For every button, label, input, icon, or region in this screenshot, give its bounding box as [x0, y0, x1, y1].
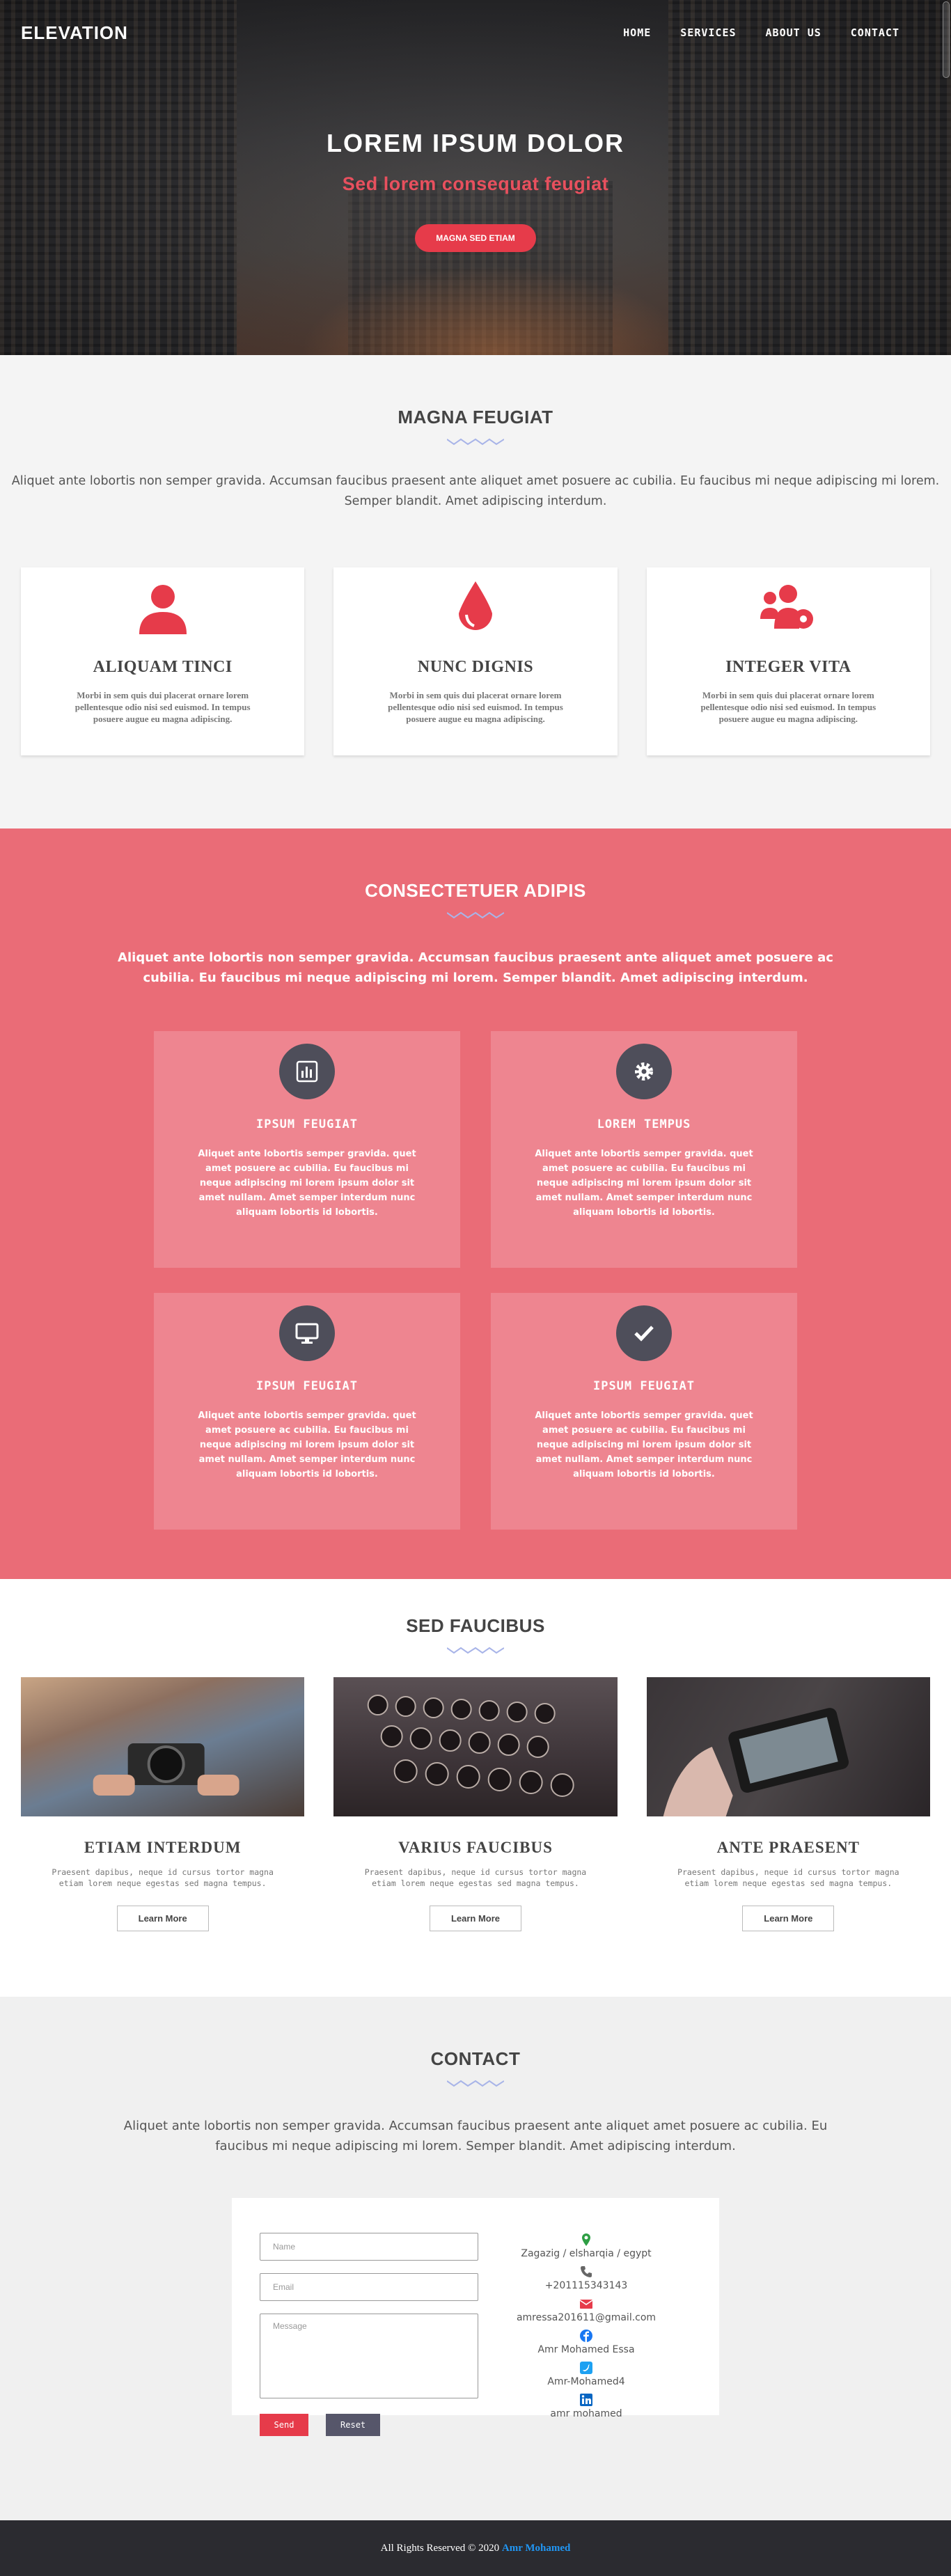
- location-icon: [582, 2233, 590, 2246]
- zigzag-divider: [447, 1647, 504, 1654]
- hero-section: ELEVATION HOME SERVICES ABOUT US CONTACT…: [0, 0, 951, 355]
- monitor-icon: [295, 1323, 319, 1344]
- features-section: CONSECTETUER ADIPIS Aliquet ante loborti…: [0, 828, 951, 1579]
- gallery-card-title: VARIUS FAUCIBUS: [398, 1839, 553, 1856]
- send-button[interactable]: Send: [260, 2414, 308, 2436]
- hero-title: LOREM IPSUM DOLOR: [327, 129, 624, 157]
- learn-more-button[interactable]: Learn More: [429, 1906, 522, 1931]
- feature-box-text: Aliquet ante lobortis semper gravida. qu…: [198, 1149, 416, 1218]
- nav-services[interactable]: SERVICES: [680, 26, 736, 39]
- feature-card: INTEGER VITA Morbi in sem quis dui place…: [646, 567, 930, 755]
- features-text: Aliquet ante lobortis non semper gravida…: [118, 950, 833, 985]
- learn-more-button[interactable]: Learn More: [116, 1906, 209, 1931]
- card-title: INTEGER VITA: [725, 658, 851, 676]
- gallery-card-title: ETIAM INTERDUM: [84, 1839, 242, 1856]
- features-title: CONSECTETUER ADIPIS: [365, 880, 586, 901]
- feature-box-title: IPSUM FEUGIAT: [256, 1379, 359, 1393]
- twitter-icon: [580, 2362, 592, 2374]
- message-textarea[interactable]: Message: [260, 2314, 478, 2398]
- feature-box: IPSUM FEUGIAT Aliquet ante lobortis semp…: [491, 1293, 797, 1530]
- info-twitter: Amr-Mohamed4: [478, 2361, 694, 2389]
- user-icon: [139, 585, 187, 634]
- gallery-card-text: Praesent dapibus, neque id cursus tortor…: [677, 1867, 899, 1888]
- intro-text: Aliquet ante lobortis non semper gravida…: [11, 474, 940, 508]
- gear-icon: [635, 1062, 653, 1081]
- intro-section: MAGNA FEUGIAT Aliquet ante lobortis non …: [0, 355, 951, 828]
- gallery-card-text: Praesent dapibus, neque id cursus tortor…: [52, 1867, 274, 1888]
- contact-title: CONTACT: [430, 2048, 521, 2069]
- intro-title: MAGNA FEUGIAT: [398, 407, 553, 427]
- linkedin-icon: [580, 2394, 592, 2406]
- feature-box-title: IPSUM FEUGIAT: [592, 1379, 695, 1393]
- card-title: NUNC DIGNIS: [417, 658, 534, 676]
- card-text: Morbi in sem quis dui placerat ornare lo…: [74, 690, 251, 724]
- info-location: Zagazig / elsharqia / egypt: [478, 2233, 694, 2261]
- footer-author-link[interactable]: Amr Mohamed: [502, 2543, 570, 2554]
- feature-box-title: LOREM TEMPUS: [597, 1117, 691, 1131]
- feature-box: IPSUM FEUGIAT Aliquet ante lobortis semp…: [154, 1293, 460, 1530]
- nav-menu: HOME SERVICES ABOUT US CONTACT: [623, 26, 899, 39]
- info-phone: +201115343143: [478, 2265, 694, 2293]
- nav-contact[interactable]: CONTACT: [851, 26, 899, 39]
- reset-button[interactable]: Reset: [326, 2414, 381, 2436]
- footer: All Rights Reserved © 2020 Amr Mohamed: [0, 2520, 951, 2576]
- phone-photo: [646, 1677, 930, 1816]
- contact-box: Name Email Message Send Reset Zagazig / …: [232, 2198, 719, 2436]
- gallery-card-text: Praesent dapibus, neque id cursus tortor…: [364, 1867, 587, 1888]
- nav-home[interactable]: HOME: [623, 26, 651, 39]
- feature-box: LOREM TEMPUS Aliquet ante lobortis sempe…: [491, 1031, 797, 1268]
- feature-box: IPSUM FEUGIAT Aliquet ante lobortis semp…: [154, 1031, 460, 1268]
- contact-form: Name Email Message Send Reset: [260, 2233, 478, 2436]
- feature-card: NUNC DIGNIS Morbi in sem quis dui placer…: [333, 567, 618, 755]
- feature-box-text: Aliquet ante lobortis semper gravida. qu…: [535, 1411, 753, 1479]
- name-input[interactable]: Name: [260, 2233, 478, 2261]
- feature-box-title: IPSUM FEUGIAT: [256, 1117, 359, 1131]
- camera-photo: [21, 1677, 305, 1816]
- gallery-section: SED FAUCIBUS ETIAM INTERDUM Praesent dap…: [0, 1579, 951, 1997]
- feature-card: ALIQUAM TINCI Morbi in sem quis dui plac…: [21, 567, 305, 755]
- card-text: Morbi in sem quis dui placerat ornare lo…: [700, 690, 877, 724]
- hero-content: LOREM IPSUM DOLOR Sed lorem consequat fe…: [0, 129, 951, 252]
- gallery-card: ANTE PRAESENT Praesent dapibus, neque id…: [646, 1677, 930, 1931]
- typewriter-photo: [333, 1677, 618, 1816]
- logo[interactable]: ELEVATION: [21, 22, 128, 44]
- drop-icon: [458, 581, 492, 630]
- card-title: ALIQUAM TINCI: [93, 658, 233, 676]
- users-cog-icon: [760, 585, 814, 629]
- info-facebook: Amr Mohamed Essa: [478, 2329, 694, 2357]
- feature-box-text: Aliquet ante lobortis semper gravida. qu…: [198, 1411, 416, 1479]
- feature-box-text: Aliquet ante lobortis semper gravida. qu…: [535, 1149, 753, 1218]
- chart-icon: [296, 1060, 318, 1083]
- info-linkedin: amr mohamed: [478, 2393, 694, 2421]
- email-input[interactable]: Email: [260, 2273, 478, 2301]
- navbar: ELEVATION HOME SERVICES ABOUT US CONTACT: [0, 0, 951, 65]
- zigzag-divider: [447, 2080, 504, 2087]
- facebook-icon: [580, 2330, 592, 2342]
- zigzag-divider: [447, 438, 504, 446]
- info-email: amressa201611@gmail.com: [478, 2297, 694, 2325]
- gallery-card: ETIAM INTERDUM Praesent dapibus, neque i…: [21, 1677, 305, 1931]
- gallery-card: VARIUS FAUCIBUS Praesent dapibus, neque …: [333, 1677, 618, 1931]
- zigzag-divider: [447, 911, 504, 919]
- gallery-title: SED FAUCIBUS: [406, 1615, 545, 1636]
- hero-subtitle: Sed lorem consequat feugiat: [342, 173, 609, 194]
- gallery-card-title: ANTE PRAESENT: [716, 1839, 860, 1856]
- contact-info: Zagazig / elsharqia / egypt +20111534314…: [478, 2233, 694, 2419]
- contact-text: Aliquet ante lobortis non semper gravida…: [123, 2119, 828, 2153]
- phone-icon: [581, 2266, 592, 2277]
- nav-about-us[interactable]: ABOUT US: [766, 26, 822, 39]
- card-text: Morbi in sem quis dui placerat ornare lo…: [388, 690, 563, 724]
- learn-more-button[interactable]: Learn More: [742, 1906, 835, 1931]
- hero-button[interactable]: MAGNA SED ETIAM: [415, 224, 536, 252]
- check-icon: [634, 1326, 654, 1342]
- footer-text: All Rights Reserved © 2020: [380, 2543, 500, 2554]
- contact-section: CONTACT Aliquet ante lobortis non semper…: [0, 1997, 951, 2520]
- envelope-icon: [579, 2300, 593, 2309]
